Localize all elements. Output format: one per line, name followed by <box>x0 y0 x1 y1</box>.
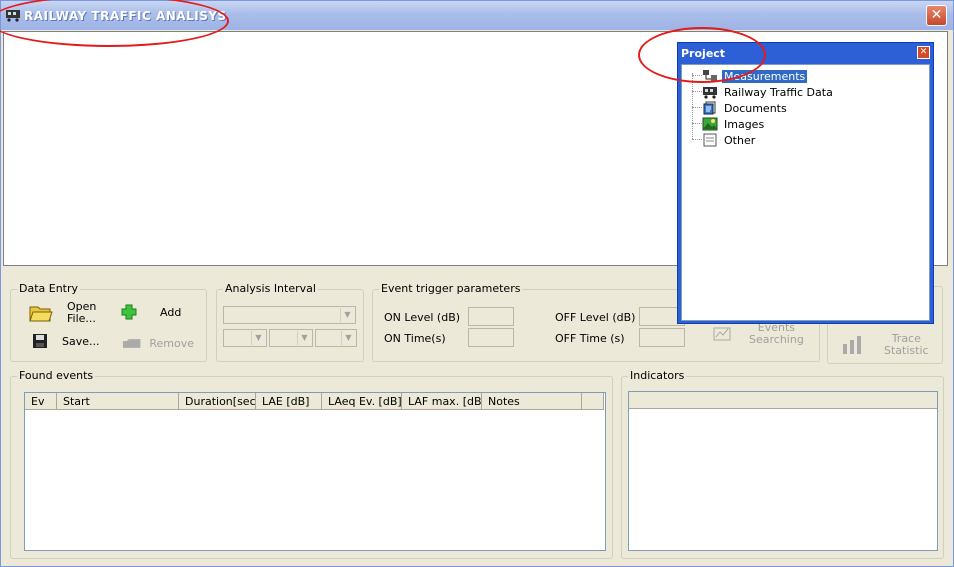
column-filler <box>582 393 604 410</box>
tree-item-label: Documents <box>724 101 787 115</box>
project-tree[interactable]: Measurements Railway Traffic Data Docume… <box>681 64 930 321</box>
chevron-down-icon: ▼ <box>341 331 355 345</box>
off-time-field[interactable] <box>639 328 685 347</box>
indicators-list[interactable] <box>628 391 938 551</box>
add-icon <box>121 304 137 320</box>
found-events-table[interactable]: Ev Start Duration[sec] LAE [dB] LAeq Ev.… <box>24 392 606 551</box>
interval-minute-select[interactable]: ▼ <box>269 329 313 347</box>
interval-hour-select[interactable]: ▼ <box>223 329 267 347</box>
project-close-button[interactable]: ✕ <box>917 46 930 59</box>
interval-second-select[interactable]: ▼ <box>315 329 357 347</box>
on-level-label: ON Level (dB) <box>384 311 461 324</box>
chevron-down-icon: ▼ <box>251 331 265 345</box>
remove-icon <box>122 339 141 348</box>
on-time-label: ON Time(s) <box>384 332 446 345</box>
save-button[interactable]: Save... <box>32 332 102 350</box>
column-duration[interactable]: Duration[sec] <box>179 393 256 410</box>
remove-button[interactable]: Remove <box>122 335 194 351</box>
trace-statistic-button[interactable]: Trace Statistic <box>841 331 931 359</box>
close-icon: ✕ <box>930 7 943 23</box>
documents-icon <box>703 101 716 115</box>
table-header: Ev Start Duration[sec] LAE [dB] LAeq Ev.… <box>25 393 604 410</box>
file-label: File... <box>67 312 96 325</box>
save-icon <box>33 334 47 348</box>
remove-label: Remove <box>149 336 194 350</box>
chevron-down-icon: ▼ <box>340 308 354 322</box>
tree-connector <box>692 107 702 108</box>
search-events-icon <box>713 327 731 341</box>
off-time-label: OFF Time (s) <box>555 332 625 345</box>
title-bar[interactable]: RAILWAY TRAFFIC ANALISYS ✕ <box>1 1 953 30</box>
other-icon <box>703 133 717 147</box>
on-time-field[interactable] <box>468 328 514 347</box>
data-entry-label: Data Entry <box>17 282 81 295</box>
save-label: Save... <box>62 334 100 348</box>
tree-connector <box>692 73 693 139</box>
column-notes[interactable]: Notes <box>482 393 582 410</box>
searching-label: Searching <box>749 333 804 346</box>
on-level-field[interactable] <box>468 307 514 326</box>
measurements-icon <box>703 70 717 81</box>
tree-item-label: Images <box>724 117 765 131</box>
statistic-label: Statistic <box>884 344 929 357</box>
analysis-interval-label: Analysis Interval <box>223 282 318 295</box>
found-events-label: Found events <box>17 369 96 382</box>
window-title: RAILWAY TRAFFIC ANALISYS <box>24 9 227 23</box>
tree-connector <box>692 75 702 76</box>
column-laeq[interactable]: LAeq Ev. [dB] <box>322 393 402 410</box>
tree-item-measurements[interactable]: Measurements <box>702 68 808 84</box>
tree-item-images[interactable]: Images <box>702 116 766 132</box>
main-window: RAILWAY TRAFFIC ANALISYS ✕ Data Entry Op… <box>0 0 954 567</box>
column-ev[interactable]: Ev <box>25 393 57 410</box>
analysis-interval-select[interactable]: ▼ <box>223 306 356 324</box>
column-lae[interactable]: LAE [dB] <box>256 393 322 410</box>
statistic-icon <box>843 336 861 354</box>
tree-item-label: Other <box>724 133 756 147</box>
add-button[interactable]: Add <box>121 303 191 321</box>
close-icon: ✕ <box>919 47 928 57</box>
event-trigger-label: Event trigger parameters <box>379 282 523 295</box>
train-icon <box>6 10 20 22</box>
project-title: Project <box>681 47 726 60</box>
folder-open-icon <box>29 306 53 322</box>
open-file-button[interactable]: Open File... <box>29 299 99 327</box>
tree-connector <box>692 139 702 140</box>
indicators-label: Indicators <box>628 369 687 382</box>
analysis-interval-group: Analysis Interval <box>216 282 364 362</box>
add-label: Add <box>160 305 182 319</box>
column-lafmax[interactable]: LAF max. [dB] <box>402 393 482 410</box>
close-button[interactable]: ✕ <box>926 5 947 26</box>
tree-item-other[interactable]: Other <box>702 132 757 148</box>
indicators-header <box>629 392 937 409</box>
tree-connector <box>692 91 702 92</box>
project-panel[interactable]: Project ✕ Measurements Railway Traffic D… <box>677 42 934 324</box>
off-level-label: OFF Level (dB) <box>555 311 636 324</box>
tree-item-documents[interactable]: Documents <box>702 100 789 116</box>
column-start[interactable]: Start <box>57 393 179 410</box>
tree-item-railway-traffic-data[interactable]: Railway Traffic Data <box>702 84 835 100</box>
train-icon <box>703 87 717 99</box>
tree-item-label: Railway Traffic Data <box>724 85 833 99</box>
tree-item-label: Measurements <box>722 69 808 83</box>
chevron-down-icon: ▼ <box>297 331 311 345</box>
tree-connector <box>692 123 702 124</box>
images-icon <box>702 117 718 131</box>
